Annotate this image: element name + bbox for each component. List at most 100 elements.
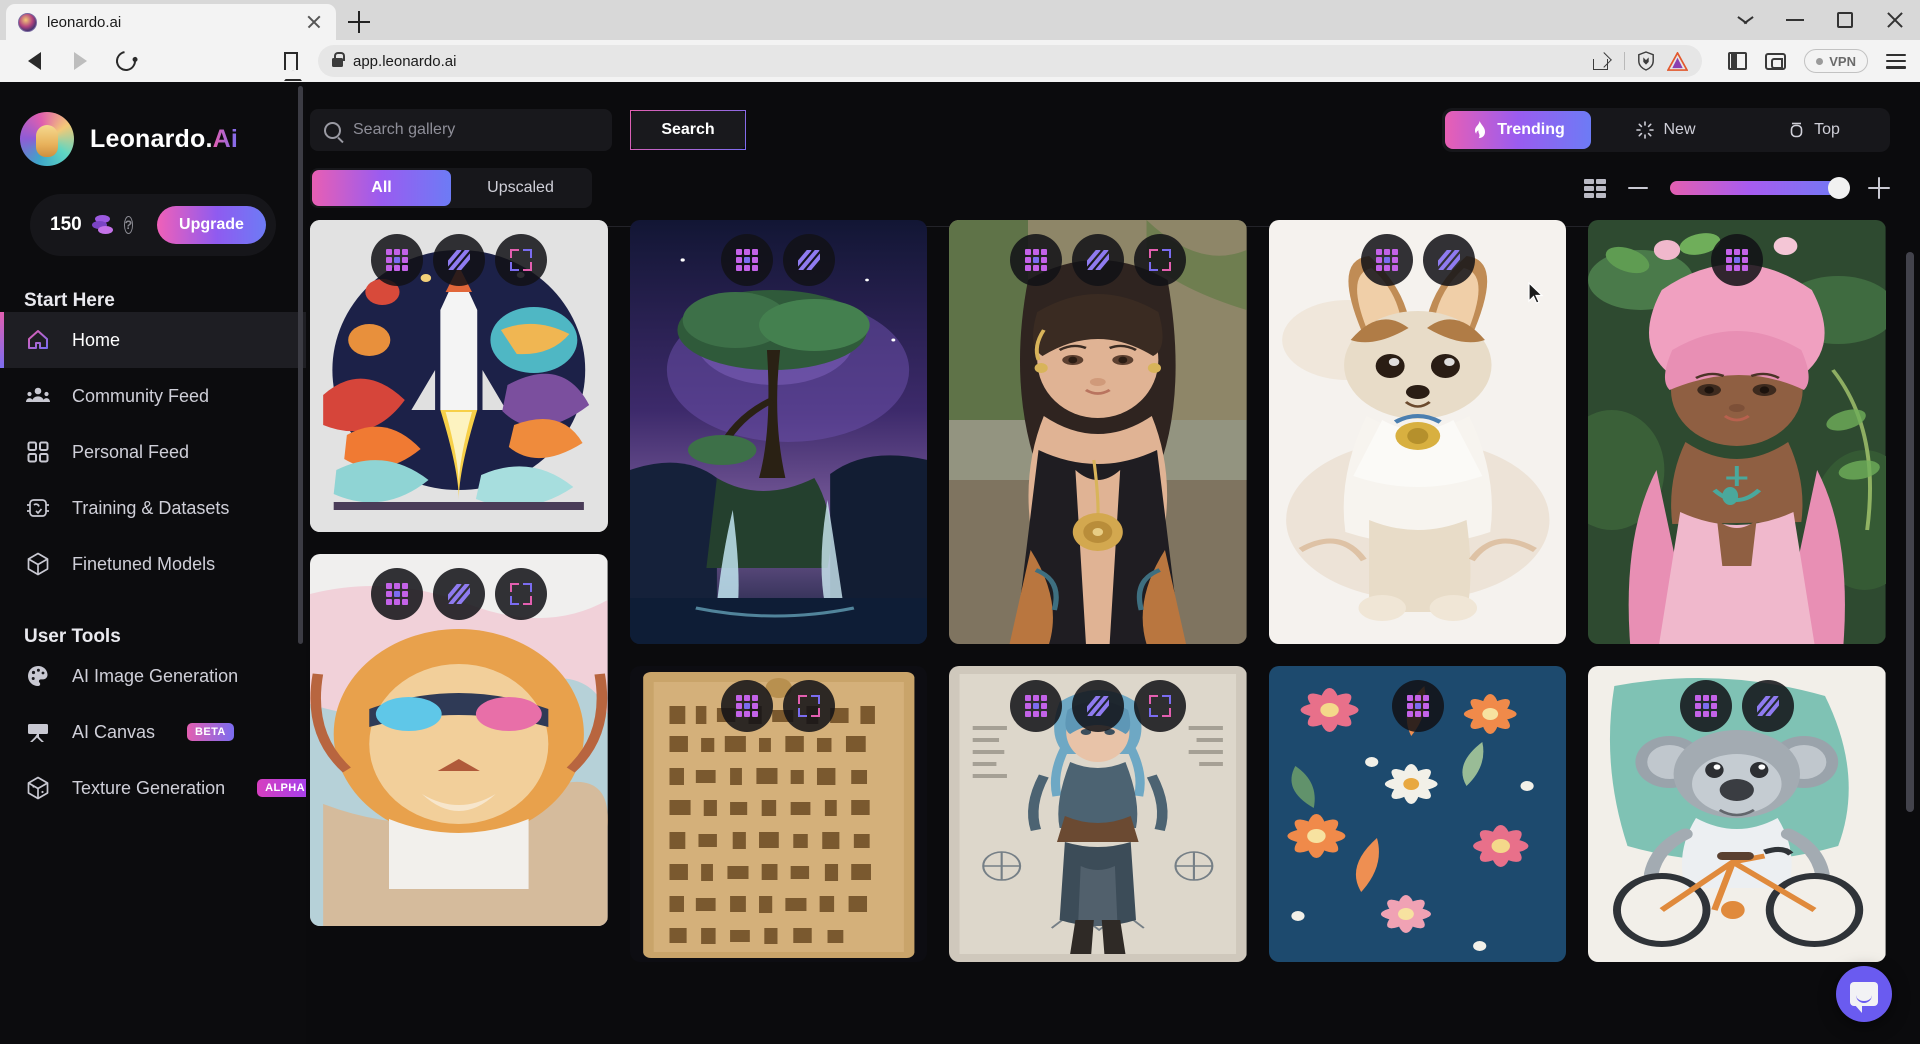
- window-controls: [1720, 0, 1920, 40]
- sidebar-item-home[interactable]: Home: [0, 312, 306, 368]
- zoom-slider-knob[interactable]: [1828, 177, 1850, 199]
- close-window-icon[interactable]: [1870, 0, 1920, 40]
- gallery-card-koala-on-bicycle-illustration[interactable]: [1588, 666, 1886, 962]
- filter-tab-all[interactable]: All: [312, 170, 451, 206]
- reload-icon[interactable]: [106, 45, 146, 77]
- tab-top[interactable]: Top: [1741, 111, 1887, 149]
- sidebar-item-ai-canvas[interactable]: AI Canvas BETA: [0, 704, 306, 760]
- diagonal-lines-icon: [447, 250, 470, 270]
- diagonal-lines-icon-button[interactable]: [432, 234, 485, 286]
- tab-trending[interactable]: Trending: [1445, 111, 1591, 149]
- url-bar[interactable]: app.leonardo.ai: [318, 45, 1703, 77]
- expand-arrows-icon: [1148, 695, 1171, 717]
- gallery-card-space-shuttle-launch-illustration[interactable]: [310, 220, 608, 532]
- card-overlay-actions: [1269, 234, 1567, 286]
- vpn-button[interactable]: VPN: [1804, 49, 1868, 73]
- diagonal-lines-icon-button[interactable]: [432, 568, 485, 620]
- variation-grid-icon-button[interactable]: [1391, 680, 1444, 732]
- variation-grid-icon-button[interactable]: [721, 680, 774, 732]
- share-icon[interactable]: [1593, 53, 1612, 70]
- gallery-card-chihuahua-watercolor-portrait[interactable]: [1268, 220, 1567, 644]
- expand-arrows-icon-button[interactable]: [783, 680, 836, 732]
- sidebar-item-texture-generation[interactable]: Texture Generation ALPHA: [0, 760, 306, 816]
- variation-grid-icon: [385, 249, 408, 271]
- sidebar-item-community-feed[interactable]: Community Feed: [0, 368, 306, 424]
- people-icon: [24, 382, 52, 410]
- forward-arrow-icon[interactable]: [60, 45, 100, 77]
- gallery-card-egyptian-hieroglyph-papyrus[interactable]: [629, 666, 928, 962]
- search-input[interactable]: [353, 121, 598, 139]
- sidebar-item-finetuned-models[interactable]: Finetuned Models: [0, 536, 306, 592]
- gallery-card-pink-haired-fairy-portrait[interactable]: [1588, 220, 1886, 644]
- search-icon: [324, 121, 341, 139]
- wallet-icon[interactable]: [1765, 52, 1787, 70]
- grid-layout-icon[interactable]: [1584, 179, 1606, 198]
- diagonal-lines-icon-button[interactable]: [1071, 680, 1124, 732]
- expand-arrows-icon-button[interactable]: [1133, 680, 1186, 732]
- sidebar-item-personal-feed[interactable]: Personal Feed: [0, 424, 306, 480]
- gallery-card-blue-haired-warrior-character-sheet[interactable]: [949, 666, 1247, 962]
- variation-grid-icon-button[interactable]: [721, 234, 774, 286]
- brave-rewards-icon[interactable]: [1667, 51, 1689, 71]
- diagonal-lines-icon-button[interactable]: [1422, 234, 1475, 286]
- variation-grid-icon-button[interactable]: [370, 234, 423, 286]
- gallery-card-colorful-lion-sunglasses-illustration[interactable]: [310, 554, 608, 926]
- sidebar-item-label: Home: [72, 329, 121, 350]
- tab-label: Trending: [1497, 121, 1565, 138]
- variation-grid-icon-button[interactable]: [370, 568, 423, 620]
- brand[interactable]: Leonardo.Ai: [0, 82, 306, 166]
- variation-grid-icon: [736, 695, 759, 717]
- gallery-card-fantasy-tree-waterfall-landscape[interactable]: [629, 220, 928, 644]
- diagonal-lines-icon-button[interactable]: [1742, 680, 1795, 732]
- divider: [1624, 52, 1626, 70]
- gallery-card-floral-pattern-orange-blue[interactable]: [1268, 666, 1567, 962]
- variation-grid-icon-button[interactable]: [1680, 680, 1733, 732]
- gallery-column: [629, 220, 928, 1044]
- maximize-icon[interactable]: [1820, 0, 1870, 40]
- browser-tab[interactable]: leonardo.ai: [6, 4, 336, 40]
- variation-grid-icon-button[interactable]: [1009, 234, 1062, 286]
- bookmark-icon[interactable]: [284, 52, 302, 81]
- sidebar-scrollbar[interactable]: [298, 86, 303, 644]
- zoom-slider[interactable]: [1670, 177, 1850, 199]
- hamburger-menu-icon[interactable]: [1886, 53, 1906, 69]
- expand-arrows-icon-button[interactable]: [494, 234, 547, 286]
- variation-grid-icon-button[interactable]: [1009, 680, 1062, 732]
- chat-support-button[interactable]: [1836, 966, 1892, 1022]
- gallery-card-bohemian-woman-portrait-beach[interactable]: [949, 220, 1247, 644]
- variation-grid-icon-button[interactable]: [1711, 234, 1764, 286]
- variation-grid-icon: [1406, 695, 1429, 717]
- search-field-wrapper[interactable]: [310, 109, 612, 151]
- chip-training-icon: [24, 494, 52, 522]
- diagonal-lines-icon-button[interactable]: [783, 234, 836, 286]
- side-panel-icon[interactable]: [1728, 52, 1748, 70]
- expand-arrows-icon-button[interactable]: [494, 568, 547, 620]
- help-circle-icon[interactable]: ?: [123, 216, 134, 234]
- page-scrollbar[interactable]: [1906, 252, 1914, 812]
- main-content: Search Trending New Top: [306, 82, 1920, 1044]
- sidebar-section-title-user-tools: User Tools: [24, 626, 121, 647]
- diagonal-lines-icon: [1437, 250, 1460, 270]
- chevron-down-icon[interactable]: [1720, 0, 1770, 40]
- expand-arrows-icon-button[interactable]: [1133, 234, 1186, 286]
- minus-icon[interactable]: [1628, 186, 1648, 190]
- tab-label: Top: [1814, 121, 1840, 138]
- close-icon[interactable]: [304, 12, 324, 32]
- tab-new[interactable]: New: [1593, 111, 1739, 149]
- brave-shield-icon[interactable]: [1637, 51, 1655, 71]
- variation-grid-icon-button[interactable]: [1360, 234, 1413, 286]
- card-overlay-actions: [1588, 680, 1886, 732]
- plus-icon[interactable]: [1868, 177, 1890, 199]
- sidebar-item-ai-image-generation[interactable]: AI Image Generation: [0, 648, 306, 704]
- filter-tab-upscaled[interactable]: Upscaled: [451, 170, 590, 206]
- texture-cube-icon: [24, 774, 52, 802]
- new-tab-button[interactable]: [336, 4, 382, 40]
- cube-icon: [24, 550, 52, 578]
- sidebar-item-training-datasets[interactable]: Training & Datasets: [0, 480, 306, 536]
- tab-label: New: [1663, 121, 1696, 138]
- back-arrow-icon[interactable]: [14, 45, 54, 77]
- upgrade-button[interactable]: Upgrade: [157, 206, 266, 244]
- diagonal-lines-icon-button[interactable]: [1071, 234, 1124, 286]
- search-button[interactable]: Search: [630, 110, 746, 150]
- minimize-icon[interactable]: [1770, 0, 1820, 40]
